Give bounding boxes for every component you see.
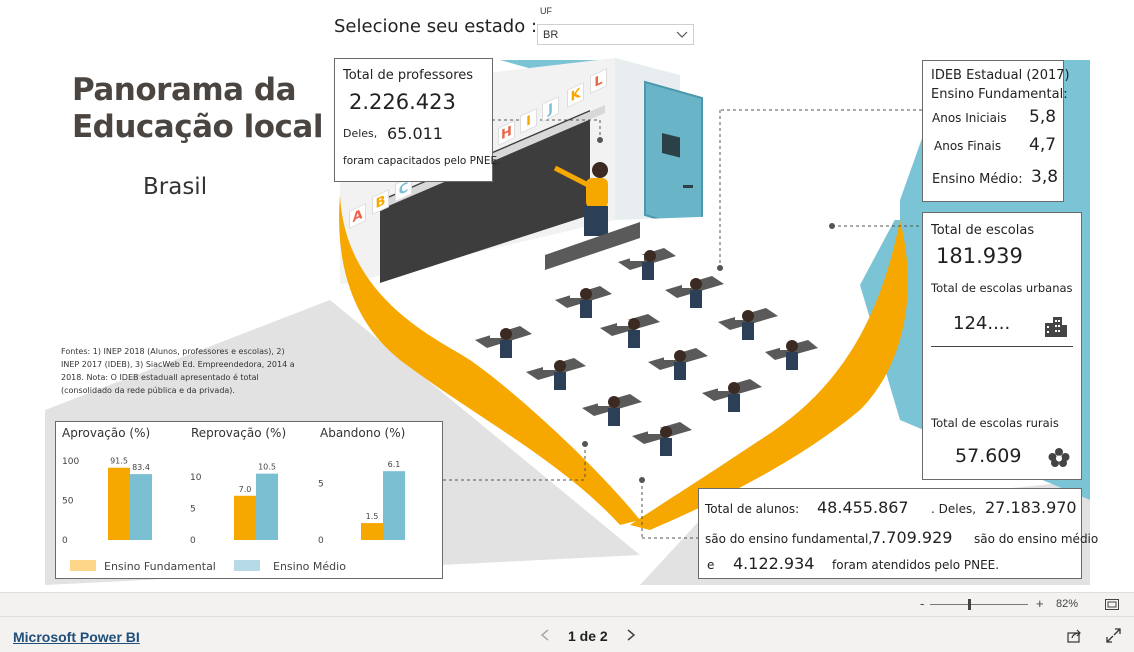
legend-label-fundamental: Ensino Fundamental xyxy=(104,560,216,573)
page-title-line-1: Panorama da xyxy=(72,72,297,108)
uf-filter-dropdown[interactable]: BR xyxy=(537,24,694,45)
teachers-card: Total de professores 2.226.423 Deles, 65… xyxy=(334,58,500,182)
previous-page-icon[interactable] xyxy=(540,629,550,641)
y-tick-label: 50 xyxy=(62,497,74,507)
uf-filter-label: UF xyxy=(540,6,552,16)
zoom-in-button[interactable]: + xyxy=(1036,596,1044,611)
rural-schools-value: 57.609 xyxy=(955,445,1022,467)
bar-value-label: 83.4 xyxy=(132,463,150,472)
page-title-line-2: Educação local xyxy=(72,109,323,145)
zoom-slider-track[interactable] xyxy=(930,604,1028,605)
students-total: 48.455.867 xyxy=(817,498,909,517)
students-medio-text: são do ensino médio xyxy=(974,532,1099,546)
ideb-anos-iniciais-label: Anos Iniciais xyxy=(932,111,1007,125)
page-title: Panorama da Educação local xyxy=(72,72,323,146)
y-tick-label: 10 xyxy=(190,473,202,483)
state-prompt: Selecione seu estado : xyxy=(334,16,538,37)
bar-value-label: 10.5 xyxy=(258,463,276,472)
y-tick-label: 100 xyxy=(62,457,79,467)
teachers-trained: 65.011 xyxy=(387,124,443,143)
fullscreen-icon[interactable] xyxy=(1106,628,1121,643)
ideb-ensino-medio-label: Ensino Médio: xyxy=(932,172,1023,187)
ideb-card: IDEB Estadual (2017) Ensino Fundamental:… xyxy=(922,60,1070,202)
zoom-slider-thumb[interactable] xyxy=(968,599,971,610)
next-page-icon[interactable] xyxy=(626,629,636,641)
ideb-anos-finais-value: 4,7 xyxy=(1029,135,1057,155)
students-fundamental: 27.183.970 xyxy=(985,498,1077,517)
sources-note: Fontes: 1) INEP 2018 (Alunos, professore… xyxy=(61,347,295,395)
page-indicator: 1 de 2 xyxy=(568,628,608,644)
teachers-note: foram capacitados pelo PNEE. xyxy=(343,155,501,167)
urban-schools-label: Total de escolas urbanas xyxy=(931,281,1073,295)
city-buildings-icon xyxy=(1045,317,1067,337)
y-tick-label: 5 xyxy=(318,480,324,490)
bar-ensino-fundamental xyxy=(234,495,256,540)
ideb-anos-finais-label: Anos Finais xyxy=(934,139,1002,153)
ideb-ensino-medio-value: 3,8 xyxy=(1031,167,1059,187)
bar-ensino-fundamental xyxy=(108,467,130,540)
bar-ensino-fundamental xyxy=(361,523,383,540)
bar-value-label: 1.5 xyxy=(366,512,379,521)
schools-card: Total de escolas 181.939 Total de escola… xyxy=(922,212,1082,480)
ideb-anos-iniciais-value: 5,8 xyxy=(1029,107,1057,127)
bar-ensino-medio xyxy=(256,473,278,540)
rates-bar-charts: 10050091.583.410507.010.5501.56.1Ensino … xyxy=(62,457,405,573)
teachers-title: Total de professores xyxy=(343,68,474,83)
teachers-total: 2.226.423 xyxy=(349,90,456,114)
fit-to-page-icon[interactable] xyxy=(1105,599,1119,610)
students-pnee: 4.122.934 xyxy=(733,554,815,573)
power-bi-viewer: ABCHIJKL Panorama da Educação local Bras… xyxy=(0,0,1134,652)
schools-total: 181.939 xyxy=(936,244,1023,268)
bar-ensino-medio xyxy=(383,471,405,540)
students-total-label: Total de alunos: xyxy=(705,502,800,516)
students-medio: 7.709.929 xyxy=(871,528,953,547)
chevron-down-icon xyxy=(676,31,688,38)
power-bi-link[interactable]: Microsoft Power BI xyxy=(13,629,140,645)
uf-filter-value: BR xyxy=(543,29,559,41)
students-pnee-text: foram atendidos pelo PNEE. xyxy=(832,558,1000,572)
students-e: e xyxy=(707,558,715,572)
legend-swatch-fundamental xyxy=(70,560,96,571)
bar-value-label: 91.5 xyxy=(110,457,128,466)
students-fundamental-text: são do ensino fundamental, xyxy=(705,532,873,546)
zoom-level: 82% xyxy=(1056,598,1079,610)
ideb-title: IDEB Estadual (2017) xyxy=(931,68,1070,83)
zoom-bar: - + 82% xyxy=(0,592,1134,616)
ideb-subtitle: Ensino Fundamental: xyxy=(931,87,1068,102)
selected-region-label: Brasil xyxy=(143,174,208,200)
divider xyxy=(931,346,1073,347)
bar-ensino-medio xyxy=(130,474,152,540)
students-card: Total de alunos: 48.455.867 . Deles, 27.… xyxy=(698,488,1098,579)
legend-swatch-medio xyxy=(234,560,260,571)
report-canvas: ABCHIJKL Panorama da Educação local Bras… xyxy=(0,0,1134,592)
rates-chart-card: Aprovação (%) Reprovação (%) Abandono (%… xyxy=(55,421,443,579)
y-tick-label: 5 xyxy=(190,504,196,514)
bar-value-label: 6.1 xyxy=(388,460,401,469)
rural-schools-label: Total de escolas rurais xyxy=(931,416,1059,430)
y-tick-label: 0 xyxy=(62,536,68,546)
share-icon[interactable] xyxy=(1067,628,1082,643)
y-tick-label: 0 xyxy=(318,536,324,546)
y-tick-label: 0 xyxy=(190,536,196,546)
urban-schools-value: 124.... xyxy=(953,313,1011,334)
teachers-deles-label: Deles, xyxy=(343,127,378,140)
bar-value-label: 7.0 xyxy=(239,485,252,494)
viewer-footer: Microsoft Power BI 1 de 2 xyxy=(0,616,1134,652)
zoom-out-button[interactable]: - xyxy=(920,596,924,611)
flower-icon xyxy=(1048,448,1070,467)
students-deles: . Deles, xyxy=(931,502,977,516)
legend-label-medio: Ensino Médio xyxy=(273,560,346,573)
schools-title: Total de escolas xyxy=(931,223,1035,238)
